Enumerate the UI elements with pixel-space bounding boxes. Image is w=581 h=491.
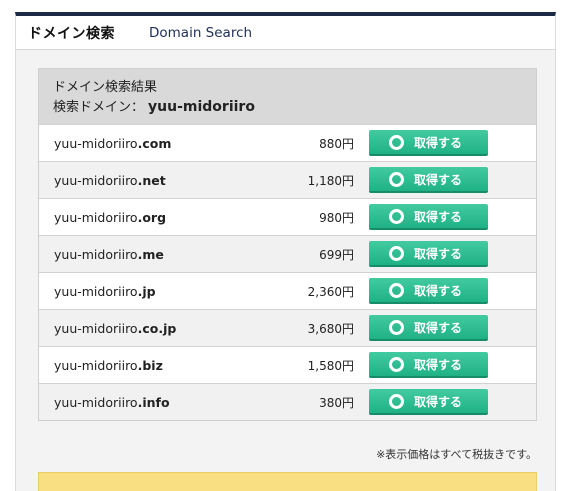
domain-text: yuu-midoriiro.biz <box>54 358 163 373</box>
ring-icon <box>389 319 404 335</box>
domain-text: yuu-midoriiro.net <box>54 173 166 188</box>
domain-text: yuu-midoriiro.com <box>54 136 171 151</box>
acquire-button[interactable]: 取得する <box>369 389 488 415</box>
acquire-button[interactable]: 取得する <box>369 315 488 341</box>
domain-price: 3,680円 <box>307 321 354 336</box>
domain-base: yuu-midoriiro <box>54 394 138 410</box>
ring-icon <box>389 134 404 150</box>
domain-text: yuu-midoriiro.org <box>54 210 166 225</box>
acquire-button-label: 取得する <box>414 246 463 261</box>
acquire-button-label: 取得する <box>414 394 463 409</box>
domain-row: yuu-midoriiro.org 980円 取得する <box>39 198 536 235</box>
searched-domain-line: 検索ドメイン： yuu-midoriiro <box>53 97 536 118</box>
domain-result-list: yuu-midoriiro.com 880円 取得する yuu-midoriir… <box>39 124 536 420</box>
search-domain-value: yuu-midoriiro <box>148 99 255 115</box>
domain-price: 1,580円 <box>307 358 354 373</box>
domain-text: yuu-midoriiro.info <box>54 395 170 410</box>
domain-price: 699円 <box>319 247 354 262</box>
domain-row: yuu-midoriiro.net 1,180円 取得する <box>39 161 536 198</box>
notice-banner <box>38 472 537 491</box>
domain-tld: .biz <box>137 357 163 373</box>
acquire-button-label: 取得する <box>414 357 463 372</box>
domain-tld: .me <box>137 246 164 262</box>
domain-base: yuu-midoriiro <box>54 320 138 336</box>
domain-price: 880円 <box>319 136 354 151</box>
domain-row: yuu-midoriiro.biz 1,580円 取得する <box>39 346 536 383</box>
domain-text: yuu-midoriiro.me <box>54 247 164 262</box>
domain-row: yuu-midoriiro.co.jp 3,680円 取得する <box>39 309 536 346</box>
domain-tld: .info <box>137 394 170 410</box>
acquire-button[interactable]: 取得する <box>369 241 488 267</box>
domain-row: yuu-midoriiro.me 699円 取得する <box>39 235 536 272</box>
domain-base: yuu-midoriiro <box>54 283 138 299</box>
ring-icon <box>389 171 404 187</box>
search-result-box: ドメイン検索結果 検索ドメイン： yuu-midoriiro yuu-midori… <box>38 68 537 421</box>
ring-icon <box>389 282 404 298</box>
ring-icon <box>389 393 404 409</box>
search-domain-label: 検索ドメイン： <box>53 100 145 115</box>
domain-base: yuu-midoriiro <box>54 135 138 151</box>
domain-base: yuu-midoriiro <box>54 357 138 373</box>
panel-title-en: Domain Search <box>149 24 253 41</box>
domain-row: yuu-midoriiro.info 380円 取得する <box>39 383 536 420</box>
domain-tld: .co.jp <box>137 320 177 336</box>
acquire-button[interactable]: 取得する <box>369 167 488 193</box>
ring-icon <box>389 245 404 261</box>
domain-row: yuu-midoriiro.com 880円 取得する <box>39 124 536 161</box>
panel-title-ja: ドメイン検索 <box>28 25 115 42</box>
domain-price: 1,180円 <box>307 173 354 188</box>
acquire-button[interactable]: 取得する <box>369 278 488 304</box>
acquire-button-label: 取得する <box>414 320 463 335</box>
domain-search-panel: ドメイン検索 Domain Search ドメイン検索結果 検索ドメイン： yuu… <box>15 12 556 491</box>
acquire-button-label: 取得する <box>414 209 463 224</box>
domain-price: 380円 <box>319 395 354 410</box>
domain-base: yuu-midoriiro <box>54 209 138 225</box>
domain-text: yuu-midoriiro.jp <box>54 284 156 299</box>
ring-icon <box>389 356 404 372</box>
domain-base: yuu-midoriiro <box>54 246 138 262</box>
panel-header: ドメイン検索 Domain Search <box>16 16 555 50</box>
result-heading-area: ドメイン検索結果 検索ドメイン： yuu-midoriiro <box>39 69 536 124</box>
acquire-button-label: 取得する <box>414 283 463 298</box>
ring-icon <box>389 208 404 224</box>
acquire-button-label: 取得する <box>414 135 463 150</box>
domain-tld: .net <box>137 172 166 188</box>
acquire-button[interactable]: 取得する <box>369 352 488 378</box>
tax-note: ※表示価格はすべて税抜きです。 <box>376 448 537 461</box>
domain-tld: .com <box>137 135 172 151</box>
domain-tld: .jp <box>137 283 156 299</box>
domain-row: yuu-midoriiro.jp 2,360円 取得する <box>39 272 536 309</box>
domain-text: yuu-midoriiro.co.jp <box>54 321 176 336</box>
acquire-button[interactable]: 取得する <box>369 130 488 156</box>
domain-price: 2,360円 <box>307 284 354 299</box>
acquire-button-label: 取得する <box>414 172 463 187</box>
domain-base: yuu-midoriiro <box>54 172 138 188</box>
acquire-button[interactable]: 取得する <box>369 204 488 230</box>
domain-price: 980円 <box>319 210 354 225</box>
domain-tld: .org <box>137 209 167 225</box>
result-heading: ドメイン検索結果 <box>53 80 158 95</box>
